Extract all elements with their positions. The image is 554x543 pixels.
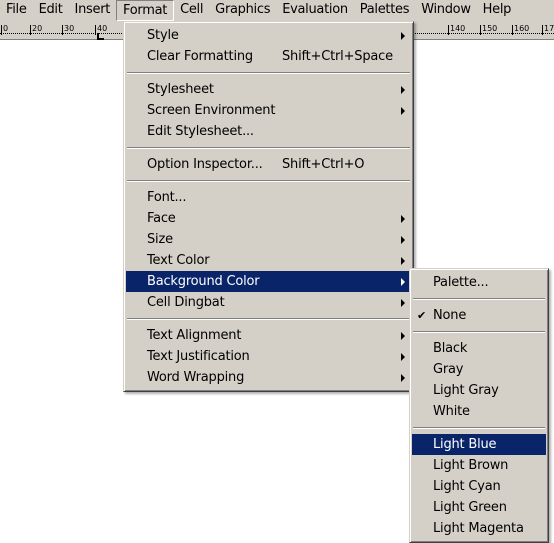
menu-separator <box>126 313 411 325</box>
menu-window[interactable]: Window <box>415 0 476 21</box>
submenu-arrow-icon <box>401 32 405 40</box>
menu-separator <box>126 175 411 187</box>
menu-help[interactable]: Help <box>477 0 517 21</box>
menu-separator <box>126 142 411 154</box>
menu-item-font[interactable]: Font... <box>126 187 411 208</box>
menu-palettes[interactable]: Palettes <box>354 0 415 21</box>
menu-item-black[interactable]: Black <box>412 338 546 359</box>
menu-separator <box>126 67 411 79</box>
menu-bar: File Edit Insert Format Cell Graphics Evaluati… <box>0 0 554 21</box>
menu-item-label: Background Color <box>147 274 260 289</box>
menu-item-label: Black <box>433 341 468 356</box>
menu-item-label: None <box>433 308 467 323</box>
menu-evaluation[interactable]: Evaluation <box>276 0 354 21</box>
menu-item-style[interactable]: Style <box>126 25 411 46</box>
menu-item-label: Palette... <box>433 275 489 290</box>
menu-item-label: Light Green <box>433 500 507 515</box>
submenu-arrow-icon <box>401 257 405 265</box>
menu-cell[interactable]: Cell <box>174 0 209 21</box>
menu-item-text-justification[interactable]: Text Justification <box>126 346 411 367</box>
menu-item-option-inspector[interactable]: Option Inspector... Shift+Ctrl+O <box>126 154 411 175</box>
menu-item-label: Font... <box>147 190 187 205</box>
submenu-arrow-icon <box>401 374 405 382</box>
menu-item-label: Text Color <box>147 253 210 268</box>
menu-item-label: Face <box>147 211 176 226</box>
menu-item-label: Stylesheet <box>147 82 214 97</box>
ruler-label: 20 <box>30 24 43 35</box>
menu-item-white[interactable]: White <box>412 401 546 422</box>
menu-item-label: Light Brown <box>433 458 509 473</box>
checkmark-icon: ✔ <box>417 309 427 322</box>
menu-item-label: Screen Environment <box>147 103 276 118</box>
menu-item-label: Cell Dingbat <box>147 295 225 310</box>
menu-item-text-color[interactable]: Text Color <box>126 250 411 271</box>
ruler-label: 170 <box>542 25 554 35</box>
submenu-arrow-icon <box>401 236 405 244</box>
submenu-arrow-icon <box>401 215 405 223</box>
menu-item-cell-dingbat[interactable]: Cell Dingbat <box>126 292 411 313</box>
menu-item-label: Text Justification <box>147 349 250 364</box>
submenu-arrow-icon <box>401 299 405 307</box>
menu-item-screen-environment[interactable]: Screen Environment <box>126 100 411 121</box>
menu-item-light-brown[interactable]: Light Brown <box>412 455 546 476</box>
background-color-submenu: Palette... ✔ None Black Gray Light Gray White L… <box>409 268 549 543</box>
menu-item-text-alignment[interactable]: Text Alignment <box>126 325 411 346</box>
menu-item-label: Size <box>147 232 173 247</box>
menu-item-label: Style <box>147 28 179 43</box>
menu-file[interactable]: File <box>0 0 33 21</box>
menu-item-label: Word Wrapping <box>147 370 245 385</box>
menu-item-none[interactable]: ✔ None <box>412 305 546 326</box>
menu-item-stylesheet[interactable]: Stylesheet <box>126 79 411 100</box>
ruler-label: 150 <box>480 24 498 35</box>
menu-item-label: Light Cyan <box>433 479 501 494</box>
menu-format[interactable]: Format <box>116 0 175 21</box>
ruler-label: 0 <box>1 24 9 35</box>
ruler-label: 160 <box>512 24 530 35</box>
menu-item-label: White <box>433 404 470 419</box>
menu-separator <box>412 326 546 338</box>
menu-item-clear-formatting[interactable]: Clear Formatting Shift+Ctrl+Space <box>126 46 411 67</box>
menu-separator <box>412 422 546 434</box>
menu-item-label: Gray <box>433 362 464 377</box>
submenu-arrow-icon <box>401 278 405 286</box>
menu-item-gray[interactable]: Gray <box>412 359 546 380</box>
menu-edit[interactable]: Edit <box>33 0 69 21</box>
menu-item-light-blue[interactable]: Light Blue <box>412 434 546 455</box>
menu-item-light-cyan[interactable]: Light Cyan <box>412 476 546 497</box>
menu-item-edit-stylesheet[interactable]: Edit Stylesheet... <box>126 121 411 142</box>
menu-separator <box>412 293 546 305</box>
menu-item-word-wrapping[interactable]: Word Wrapping <box>126 367 411 388</box>
submenu-arrow-icon <box>401 353 405 361</box>
menu-item-label: Text Alignment <box>147 328 242 343</box>
menu-item-palette[interactable]: Palette... <box>412 272 546 293</box>
ruler-label: 30 <box>62 24 75 35</box>
menu-item-label: Light Blue <box>433 437 497 452</box>
menu-item-face[interactable]: Face <box>126 208 411 229</box>
format-menu: Style Clear Formatting Shift+Ctrl+Space Sty… <box>123 21 414 392</box>
menu-item-background-color[interactable]: Background Color <box>126 271 411 292</box>
ruler-label: 140 <box>448 24 466 35</box>
submenu-arrow-icon <box>401 86 405 94</box>
menu-item-label: Clear Formatting <box>147 49 253 64</box>
menu-item-label: Light Gray <box>433 383 499 398</box>
menu-item-label: Option Inspector... <box>147 157 263 172</box>
menu-item-light-gray[interactable]: Light Gray <box>412 380 546 401</box>
shortcut-label: Shift+Ctrl+O <box>282 157 365 172</box>
menu-insert[interactable]: Insert <box>69 0 117 21</box>
menu-item-label: Edit Stylesheet... <box>147 124 254 139</box>
menu-graphics[interactable]: Graphics <box>209 0 276 21</box>
ruler-label: 40 <box>95 24 108 35</box>
menu-item-size[interactable]: Size <box>126 229 411 250</box>
submenu-arrow-icon <box>401 107 405 115</box>
submenu-arrow-icon <box>401 332 405 340</box>
menu-item-light-green[interactable]: Light Green <box>412 497 546 518</box>
shortcut-label: Shift+Ctrl+Space <box>282 49 393 64</box>
